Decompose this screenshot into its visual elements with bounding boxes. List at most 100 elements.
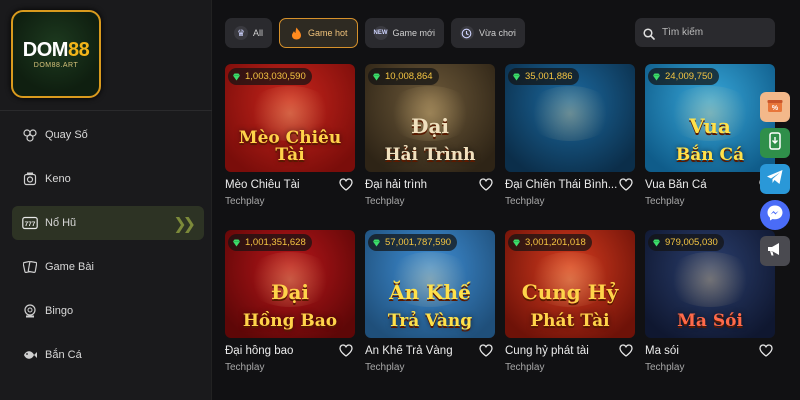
heart-icon[interactable] <box>479 344 493 358</box>
heart-icon[interactable] <box>339 178 353 192</box>
svg-text:%: % <box>772 105 779 112</box>
jackpot-value: 10,008,864 <box>385 71 433 82</box>
game-card[interactable]: 24,009,750 Vua Bắn Cá Vua Bắn Cá Techplay <box>645 64 775 207</box>
jackpot-value: 979,005,030 <box>665 237 718 248</box>
jackpot-badge: 979,005,030 <box>648 234 724 251</box>
jackpot-badge: 1,003,030,590 <box>228 68 312 85</box>
sidebar-item-quay-so[interactable]: Quay Số <box>12 118 204 152</box>
heart-icon[interactable] <box>479 178 493 192</box>
game-art-title: Đại <box>270 280 310 304</box>
game-art-title: Vua <box>689 114 731 138</box>
heart-icon[interactable] <box>339 344 353 358</box>
messenger-icon <box>766 204 784 227</box>
game-art-title: Đại <box>410 114 450 138</box>
sidebar-item-game-bai[interactable]: Game Bài <box>12 250 204 284</box>
game-thumbnail[interactable]: 3,001,201,018 Cung Hỷ Phát Tài <box>505 230 635 338</box>
crown-icon: ♛ <box>234 26 248 40</box>
sidebar-item-label: Nổ Hũ <box>45 217 77 229</box>
jackpot-value: 1,001,351,628 <box>245 237 306 248</box>
tab-label: Game hot <box>308 28 348 38</box>
diamond-icon <box>652 239 661 247</box>
game-card[interactable]: 1,001,351,628 Đại Hồng Bao Đại hồng bao Tech… <box>225 230 355 373</box>
new-icon: NEW <box>373 26 388 40</box>
sidebar-item-bingo[interactable]: Bingo <box>12 294 204 328</box>
tab-all[interactable]: ♛ All <box>225 18 273 48</box>
game-name[interactable]: Vua Bắn Cá <box>645 179 757 191</box>
heart-icon[interactable] <box>619 344 633 358</box>
sidebar-item-label: Game Bài <box>45 261 94 273</box>
brand-domain: DOM88.ART <box>33 61 79 69</box>
game-art <box>525 86 615 141</box>
messenger-button[interactable] <box>760 200 790 230</box>
jackpot-badge: 1,001,351,628 <box>228 234 312 251</box>
jackpot-badge: 10,008,864 <box>368 68 439 85</box>
sidebar-item-label: Keno <box>45 173 71 185</box>
game-thumbnail[interactable]: 1,001,351,628 Đại Hồng Bao <box>225 230 355 338</box>
game-name[interactable]: Cung hỷ phát tài <box>505 345 617 357</box>
history-icon <box>459 26 474 40</box>
game-name[interactable]: Mèo Chiêu Tài <box>225 179 337 191</box>
game-art-title: Ma Sói <box>677 311 743 331</box>
game-provider: Techplay <box>645 362 685 373</box>
heart-icon[interactable] <box>759 344 773 358</box>
game-provider: Techplay <box>505 196 545 207</box>
game-card[interactable]: 979,005,030 Ma Sói Ma sói Techplay <box>645 230 775 373</box>
next-row-preview <box>225 393 800 400</box>
heart-icon[interactable] <box>619 178 633 192</box>
chevron-right-icon: ❯❯ <box>173 216 196 233</box>
sidebar-item-no-hu[interactable]: 777 Nổ Hũ ❯❯ <box>12 206 204 240</box>
game-thumbnail[interactable]: 10,008,864 Đại Hải Trình <box>365 64 495 172</box>
tab-game-moi[interactable]: NEW Game mới <box>364 18 444 48</box>
floating-actions: % <box>760 92 790 272</box>
tab-label: Vừa chơi <box>478 28 516 38</box>
game-name[interactable]: Đại hồng bao <box>225 345 337 357</box>
announcement-button[interactable] <box>760 236 790 266</box>
sidebar: DOM88 DOM88.ART Quay Số Keno 777 Nổ Hũ ❯… <box>0 0 212 400</box>
sidebar-item-ban-ca[interactable]: Bắn Cá <box>12 338 204 372</box>
fire-icon <box>289 26 303 40</box>
game-name[interactable]: Đại Chiến Thái Bình... <box>505 179 617 191</box>
sidebar-item-keno[interactable]: Keno <box>12 162 204 196</box>
promo-button[interactable]: % <box>760 92 790 122</box>
tab-vua-choi[interactable]: Vừa chơi <box>450 18 525 48</box>
search-box <box>635 18 775 47</box>
game-provider: Techplay <box>225 196 265 207</box>
diamond-icon <box>372 239 381 247</box>
game-card[interactable]: 3,001,201,018 Cung Hỷ Phát Tài Cung hỷ phát… <box>505 230 635 373</box>
search-input[interactable] <box>662 27 762 38</box>
game-card[interactable]: 1,003,030,590 Mèo Chiêu Tài Mèo Chiêu Tài T… <box>225 64 355 207</box>
jackpot-value: 1,003,030,590 <box>245 71 306 82</box>
jackpot-value: 57,001,787,590 <box>385 237 452 248</box>
game-name[interactable]: Ma sói <box>645 345 757 357</box>
game-thumbnail[interactable]: 57,001,787,590 Ăn Khế Trả Vàng <box>365 230 495 338</box>
game-card[interactable]: 35,001,886 Đại Chiến Thái Bình... Techplay <box>505 64 635 207</box>
game-provider: Techplay <box>505 362 545 373</box>
diamond-icon <box>232 239 241 247</box>
game-provider: Techplay <box>645 196 685 207</box>
game-art-subtitle: Phát Tài <box>530 311 610 331</box>
diamond-icon <box>372 73 381 81</box>
tab-label: Game mới <box>392 28 435 38</box>
telegram-button[interactable] <box>760 164 790 194</box>
game-art-title: Mèo Chiêu Tài <box>238 128 342 165</box>
game-name[interactable]: Ăn Khế Trả Vàng <box>365 345 477 357</box>
jackpot-value: 24,009,750 <box>665 71 713 82</box>
game-art-subtitle: Hải Trình <box>384 145 476 165</box>
game-art-subtitle: Hồng Bao <box>242 311 338 331</box>
tab-game-hot[interactable]: Game hot <box>279 18 358 48</box>
game-thumbnail[interactable]: 979,005,030 Ma Sói <box>645 230 775 338</box>
keno-icon <box>22 171 38 187</box>
game-thumbnail[interactable]: 24,009,750 Vua Bắn Cá <box>645 64 775 172</box>
fish-icon <box>22 347 38 363</box>
megaphone-icon <box>766 241 784 262</box>
diamond-icon <box>652 73 661 81</box>
app-download-button[interactable] <box>760 128 790 158</box>
game-card[interactable]: 57,001,787,590 Ăn Khế Trả Vàng Ăn Khế Trả V… <box>365 230 495 373</box>
game-name[interactable]: Đại hải trình <box>365 179 477 191</box>
jackpot-badge: 24,009,750 <box>648 68 719 85</box>
game-thumbnail[interactable]: 35,001,886 <box>505 64 635 172</box>
slot-777-icon: 777 <box>22 215 38 231</box>
game-card[interactable]: 10,008,864 Đại Hải Trình Đại hải trình Techp… <box>365 64 495 207</box>
game-thumbnail[interactable]: 1,003,030,590 Mèo Chiêu Tài <box>225 64 355 172</box>
brand-logo[interactable]: DOM88 DOM88.ART <box>11 10 101 98</box>
